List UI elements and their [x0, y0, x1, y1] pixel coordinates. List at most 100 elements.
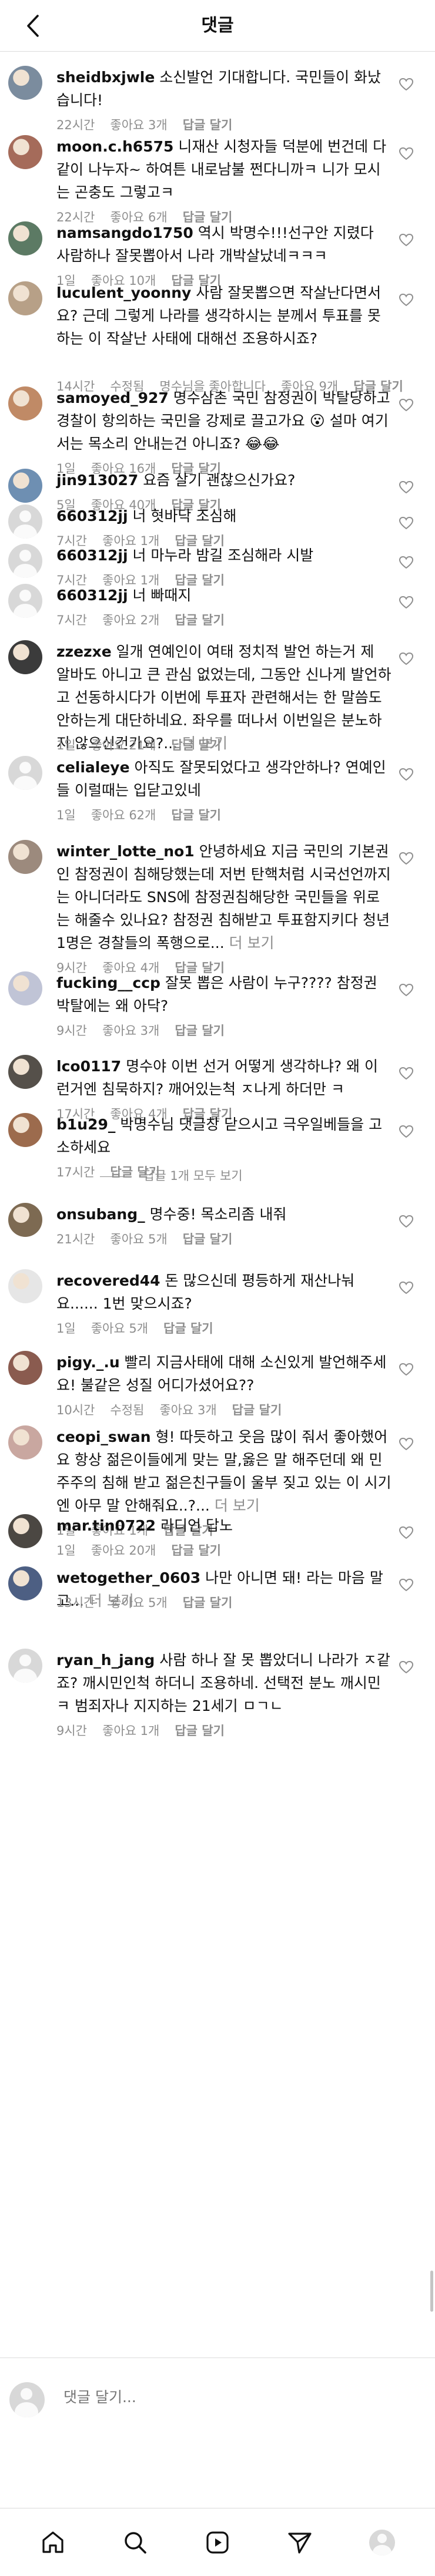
- avatar[interactable]: [8, 640, 42, 674]
- like-count[interactable]: 좋아요 3개: [110, 118, 167, 132]
- reply-button[interactable]: 답글 달기: [171, 1543, 221, 1558]
- comment-username[interactable]: 660312jj: [56, 587, 128, 604]
- comment-username[interactable]: luculent_yoonny: [56, 284, 191, 301]
- avatar[interactable]: [8, 1113, 42, 1147]
- heart-icon[interactable]: [397, 766, 415, 783]
- more-link[interactable]: 더 보기: [229, 934, 275, 951]
- heart-icon[interactable]: [397, 1659, 415, 1676]
- comment-username[interactable]: mar.tin0722: [56, 1517, 156, 1534]
- avatar[interactable]: [8, 971, 42, 1005]
- heart-icon[interactable]: [397, 594, 415, 611]
- comment-username[interactable]: 660312jj: [56, 507, 128, 524]
- avatar[interactable]: [8, 1203, 42, 1237]
- heart-icon[interactable]: [397, 1436, 415, 1452]
- more-link[interactable]: 더 보기: [215, 1497, 260, 1514]
- heart-icon[interactable]: [397, 146, 415, 162]
- comment-username[interactable]: lco0117: [56, 1058, 121, 1075]
- heart-icon[interactable]: [397, 1525, 415, 1541]
- avatar[interactable]: [8, 66, 42, 100]
- comment-username[interactable]: wetogether_0603: [56, 1569, 200, 1586]
- heart-icon[interactable]: [397, 232, 415, 248]
- avatar[interactable]: [8, 135, 42, 169]
- reply-button[interactable]: 답글 달기: [175, 1724, 225, 1738]
- comment-username[interactable]: fucking__ccp: [56, 974, 160, 991]
- comment-username[interactable]: ryan_h_jang: [56, 1652, 155, 1669]
- comment-username[interactable]: jin913027: [56, 472, 138, 489]
- avatar[interactable]: [8, 221, 42, 255]
- comment-username[interactable]: b1u29_: [56, 1116, 115, 1133]
- comment-username[interactable]: winter_lotte_no1: [56, 843, 195, 860]
- reply-button[interactable]: 답글 달기: [183, 118, 233, 132]
- heart-icon[interactable]: [397, 515, 415, 532]
- heart-icon[interactable]: [397, 1280, 415, 1296]
- scrollbar[interactable]: [430, 2271, 433, 2312]
- avatar[interactable]: [8, 1514, 42, 1548]
- like-count[interactable]: 좋아요 20개: [91, 1543, 156, 1558]
- home-icon[interactable]: [35, 2525, 71, 2560]
- comment-input[interactable]: [63, 2389, 404, 2406]
- heart-icon[interactable]: [397, 292, 415, 308]
- like-count[interactable]: 좋아요 5개: [110, 1232, 167, 1246]
- avatar[interactable]: [8, 1649, 42, 1683]
- reply-button[interactable]: 답글 달기: [171, 808, 221, 822]
- avatar[interactable]: [8, 469, 42, 503]
- reply-button[interactable]: 답글 달기: [183, 1232, 233, 1246]
- like-count[interactable]: 좋아요 62개: [91, 808, 156, 822]
- comment-username[interactable]: onsubang_: [56, 1206, 145, 1223]
- avatar[interactable]: [8, 756, 42, 790]
- heart-icon[interactable]: [397, 982, 415, 998]
- comment-username[interactable]: samoyed_927: [56, 389, 169, 406]
- avatar[interactable]: [8, 1351, 42, 1385]
- reply-button[interactable]: 답글 달기: [175, 1024, 225, 1038]
- avatar[interactable]: [8, 505, 42, 539]
- comment-username[interactable]: ceopi_swan: [56, 1428, 151, 1445]
- heart-icon[interactable]: [397, 1577, 415, 1593]
- comment-username[interactable]: sheidbxjwle: [56, 69, 155, 86]
- heart-icon[interactable]: [397, 1124, 415, 1140]
- comment-username[interactable]: namsangdo1750: [56, 224, 193, 241]
- search-icon[interactable]: [118, 2525, 153, 2560]
- comment-username[interactable]: moon.c.h6575: [56, 138, 173, 155]
- heart-icon[interactable]: [397, 1213, 415, 1230]
- comment-body: 660312jj 너 마누라 밤길 조심해라 시발: [56, 544, 392, 567]
- comment-username[interactable]: recovered44: [56, 1272, 160, 1289]
- comment-username[interactable]: 660312jj: [56, 547, 128, 564]
- heart-icon[interactable]: [397, 1361, 415, 1378]
- reply-button[interactable]: 답글 달기: [171, 738, 221, 752]
- like-count[interactable]: 좋아요 3개: [159, 1403, 216, 1417]
- reply-button[interactable]: 답글 달기: [163, 1321, 213, 1336]
- heart-icon[interactable]: [397, 850, 415, 867]
- avatar[interactable]: [8, 386, 42, 421]
- profile-icon[interactable]: [364, 2525, 400, 2560]
- avatar[interactable]: [8, 1055, 42, 1089]
- comment-username[interactable]: zzezxe: [56, 643, 112, 660]
- reply-button[interactable]: 답글 달기: [183, 1596, 233, 1610]
- heart-icon[interactable]: [397, 554, 415, 571]
- avatar[interactable]: [8, 1425, 42, 1459]
- like-count[interactable]: 좋아요 1개: [102, 1724, 159, 1738]
- like-count[interactable]: 좋아요 21개: [91, 738, 156, 752]
- like-count[interactable]: 좋아요 5개: [110, 1596, 167, 1610]
- avatar[interactable]: [8, 544, 42, 578]
- reels-icon[interactable]: [200, 2525, 235, 2560]
- like-count[interactable]: 좋아요 2개: [102, 613, 159, 627]
- heart-icon[interactable]: [397, 1065, 415, 1082]
- avatar[interactable]: [8, 840, 42, 874]
- view-replies-button[interactable]: 답글 1개 모두 보기: [100, 1167, 243, 1185]
- heart-icon[interactable]: [397, 76, 415, 93]
- avatar[interactable]: [8, 1269, 42, 1303]
- avatar[interactable]: [8, 281, 42, 315]
- send-icon[interactable]: [282, 2525, 317, 2560]
- heart-icon[interactable]: [397, 479, 415, 496]
- avatar[interactable]: [8, 584, 42, 618]
- like-count[interactable]: 좋아요 3개: [102, 1024, 159, 1038]
- like-count[interactable]: 좋아요 5개: [91, 1321, 148, 1336]
- comment-username[interactable]: pigy._.u: [56, 1354, 120, 1371]
- avatar[interactable]: [8, 1566, 42, 1600]
- reply-button[interactable]: 답글 달기: [175, 613, 225, 627]
- heart-icon[interactable]: [397, 651, 415, 667]
- comment-username[interactable]: celialeye: [56, 759, 130, 776]
- comment-body: onsubang_ 명수중! 목소리좀 내줘: [56, 1203, 392, 1226]
- heart-icon[interactable]: [397, 397, 415, 413]
- reply-button[interactable]: 답글 달기: [232, 1403, 282, 1417]
